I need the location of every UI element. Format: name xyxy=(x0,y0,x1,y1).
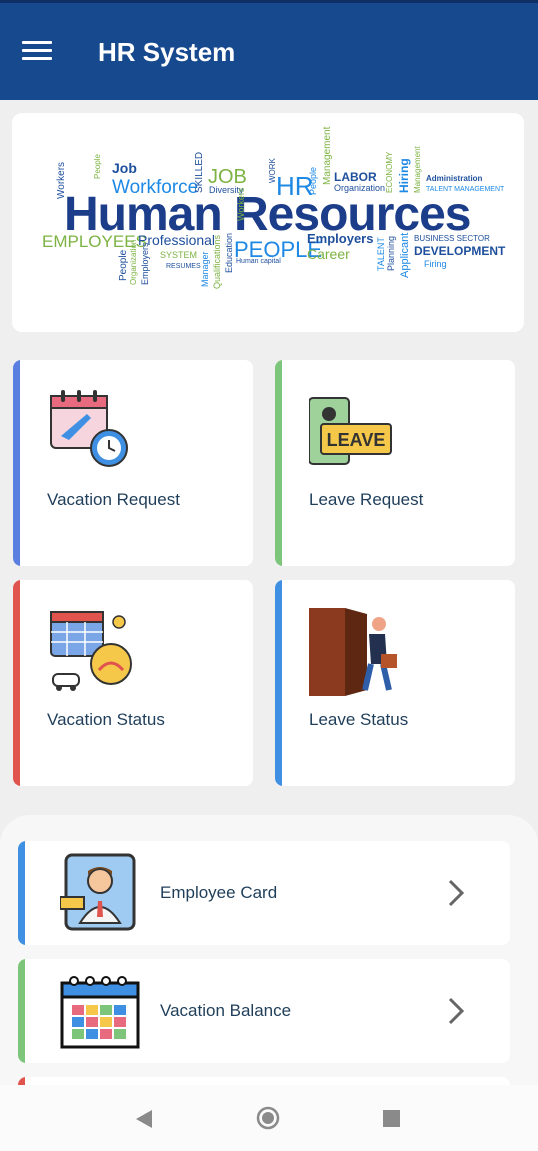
accent-bar xyxy=(13,580,20,786)
word: Applicant xyxy=(399,233,411,278)
word: DEVELOPMENT xyxy=(414,244,506,258)
word: LABOR xyxy=(334,170,377,184)
word: Job xyxy=(112,160,137,176)
word: Employers xyxy=(140,242,150,285)
word: Firing xyxy=(424,259,447,269)
calendar-beach-car-icon xyxy=(47,608,137,698)
tile-label: Leave Request xyxy=(309,490,424,509)
word: SYSTEM xyxy=(160,250,197,260)
word: Organization xyxy=(129,240,138,285)
accent-bar xyxy=(18,841,25,945)
tile-vacation-request[interactable]: Vacation Request xyxy=(13,360,253,566)
word: SKILLED xyxy=(194,152,205,193)
word: Management xyxy=(322,126,333,185)
accent-bar xyxy=(13,360,20,566)
calendar-plane-clock-icon xyxy=(47,388,137,478)
tile-label: Vacation Status xyxy=(47,710,165,729)
accent-bar xyxy=(275,360,282,566)
list-item-employee-card[interactable]: Employee Card xyxy=(18,841,510,945)
word: RESUMES xyxy=(166,263,201,270)
tile-vacation-status[interactable]: Vacation Status xyxy=(13,580,253,786)
tile-label: Leave Status xyxy=(309,710,409,729)
door-exit-person-icon xyxy=(309,608,399,698)
word: Administration xyxy=(426,174,483,183)
chevron-right-icon xyxy=(448,879,465,907)
home-circle-icon[interactable] xyxy=(256,1106,280,1130)
list-item-label: Employee Card xyxy=(160,883,278,902)
tile-leave-request[interactable]: LEAVE Leave Request xyxy=(275,360,515,566)
word: TALENT xyxy=(376,237,386,271)
word: Qualifications xyxy=(212,234,222,289)
accent-bar xyxy=(275,580,282,786)
word: Career xyxy=(307,246,350,262)
word: People xyxy=(93,154,102,179)
recent-square-icon[interactable] xyxy=(383,1110,400,1127)
list-item-vacation-balance[interactable]: Vacation Balance xyxy=(18,959,510,1063)
word: People xyxy=(118,249,129,281)
app-bar: HR System xyxy=(0,0,538,100)
leave-badge-icon: LEAVE xyxy=(308,388,399,478)
list-item-label: Vacation Balance xyxy=(160,1001,292,1020)
app-title: HR System xyxy=(98,37,236,67)
accent-bar xyxy=(18,959,25,1063)
chevron-right-icon xyxy=(448,997,465,1025)
word: Employers xyxy=(307,231,373,246)
word: Manager xyxy=(200,251,210,287)
word: Planning xyxy=(386,236,396,271)
hr-word-cloud-banner: Workers People Job Workforce SKILLED JOB… xyxy=(12,113,524,332)
back-triangle-icon[interactable] xyxy=(134,1108,154,1130)
word: Human capital xyxy=(236,258,281,265)
word: Management xyxy=(413,146,422,193)
calendar-grid-icon xyxy=(60,971,140,1051)
employee-id-card-icon xyxy=(59,853,140,933)
svg-text:LEAVE: LEAVE xyxy=(327,430,386,450)
tile-label: Vacation Request xyxy=(47,490,180,509)
word: Education xyxy=(224,233,234,273)
hamburger-menu-icon[interactable] xyxy=(22,41,52,65)
word-cloud-image: Workers People Job Workforce SKILLED JOB… xyxy=(42,126,506,289)
word: Workers xyxy=(236,187,246,221)
tile-leave-status[interactable]: Leave Status xyxy=(275,580,515,786)
word: ECONOMY xyxy=(385,151,394,193)
word: BUSINESS SECTOR xyxy=(414,234,490,243)
